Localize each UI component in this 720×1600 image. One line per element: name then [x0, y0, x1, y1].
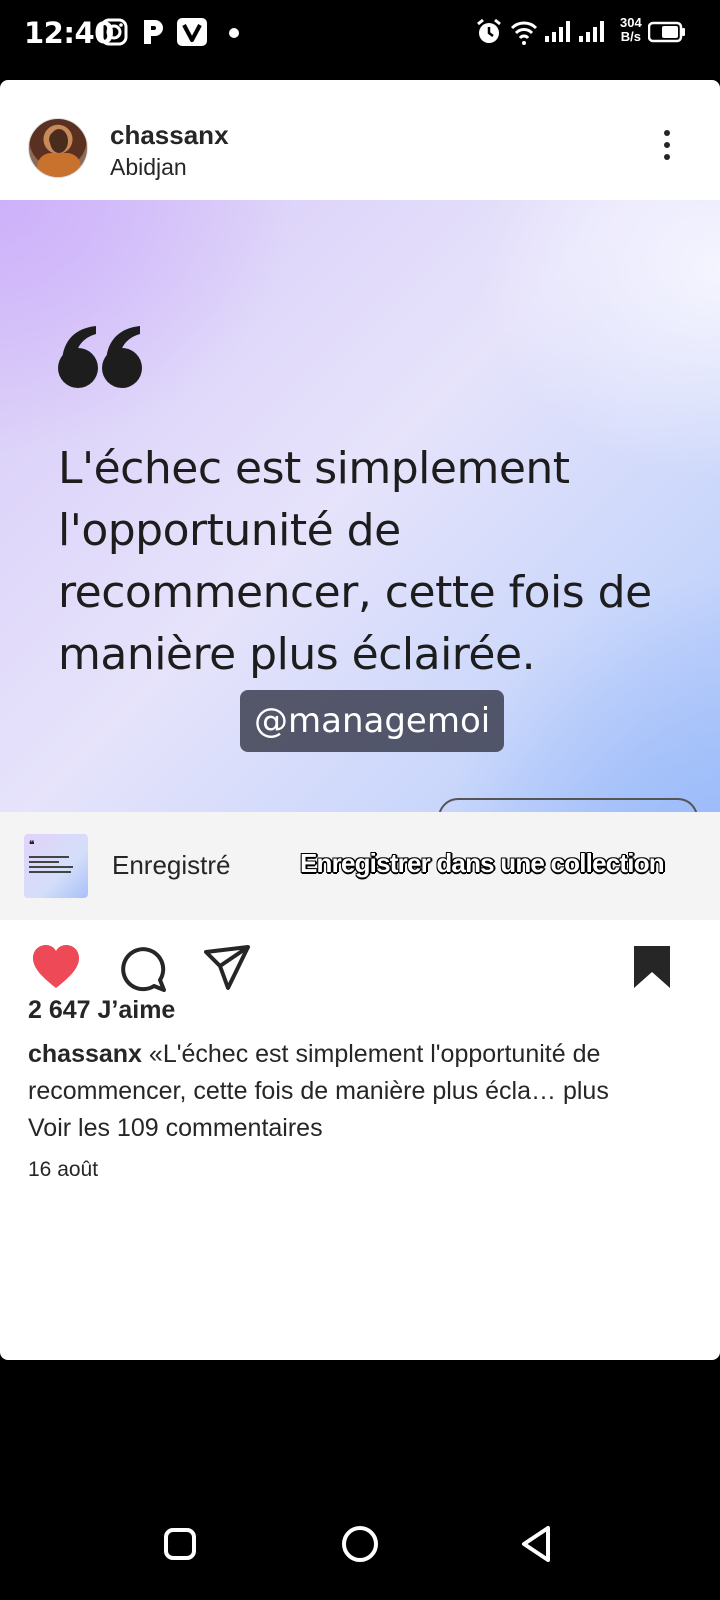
saved-label: Enregistré: [112, 850, 231, 880]
net-speed: 304 B/s: [620, 16, 642, 44]
screen: 12:40 304 B/s chassanx Abidjan L'échec e…: [0, 0, 720, 1600]
system-nav-bar: [0, 1490, 720, 1600]
quote-text: L'échec est simplement l'opportunité de …: [58, 443, 652, 680]
alarm-icon: [476, 18, 502, 51]
v-app-icon: [177, 18, 207, 51]
net-speed-unit: B/s: [620, 29, 641, 44]
post-image[interactable]: L'échec est simplement l'opportunité de …: [0, 200, 720, 892]
bookmark-button[interactable]: [630, 942, 682, 994]
caption-username[interactable]: chassanx: [28, 1040, 142, 1068]
signal-icon: [544, 18, 572, 51]
signal-icon: [578, 18, 606, 51]
watermark-tag: @managemoi: [240, 690, 505, 752]
square-icon: [164, 1528, 196, 1560]
saved-thumbnail: ❝: [24, 834, 88, 898]
save-to-collection-link[interactable]: Enregistrer dans une collection: [300, 848, 665, 879]
comment-button[interactable]: [116, 942, 168, 994]
home-button[interactable]: [336, 1520, 384, 1568]
post-date: 16 août: [28, 1158, 99, 1181]
post-header: chassanx Abidjan: [0, 80, 720, 200]
recents-button[interactable]: [156, 1520, 204, 1568]
post-location[interactable]: Abidjan: [110, 154, 187, 181]
view-comments-link[interactable]: Voir les 109 commentaires: [28, 1114, 323, 1143]
instagram-icon: [100, 18, 128, 51]
notification-dot: [229, 28, 239, 38]
battery-icon: [647, 20, 686, 49]
back-triangle-icon: [522, 1526, 550, 1562]
likes-count[interactable]: 2 647 J’aime: [28, 996, 175, 1025]
send-icon: [204, 945, 250, 990]
status-bar: 12:40 304 B/s: [0, 0, 720, 70]
wifi-icon: [510, 18, 538, 51]
heart-icon: [33, 945, 79, 988]
post-username[interactable]: chassanx: [110, 120, 229, 151]
bookmark-icon: [634, 946, 670, 988]
more-options-icon[interactable]: [660, 130, 674, 170]
comment-icon: [121, 947, 166, 992]
like-button[interactable]: [30, 942, 82, 994]
back-button[interactable]: [514, 1520, 562, 1568]
post-caption: chassanx «L'échec est simplement l'oppor…: [28, 1036, 698, 1110]
circle-icon: [342, 1526, 378, 1562]
quote-mark-icon: [58, 326, 142, 388]
caption-more-link[interactable]: plus: [563, 1077, 609, 1105]
avatar[interactable]: [28, 118, 88, 178]
post-card: chassanx Abidjan L'échec est simplement …: [0, 80, 720, 1360]
share-button[interactable]: [202, 942, 254, 994]
saved-bar: ❝ Enregistré Enregistrer dans une collec…: [0, 812, 720, 920]
net-speed-value: 304: [620, 15, 642, 30]
p-app-icon: [141, 18, 165, 51]
